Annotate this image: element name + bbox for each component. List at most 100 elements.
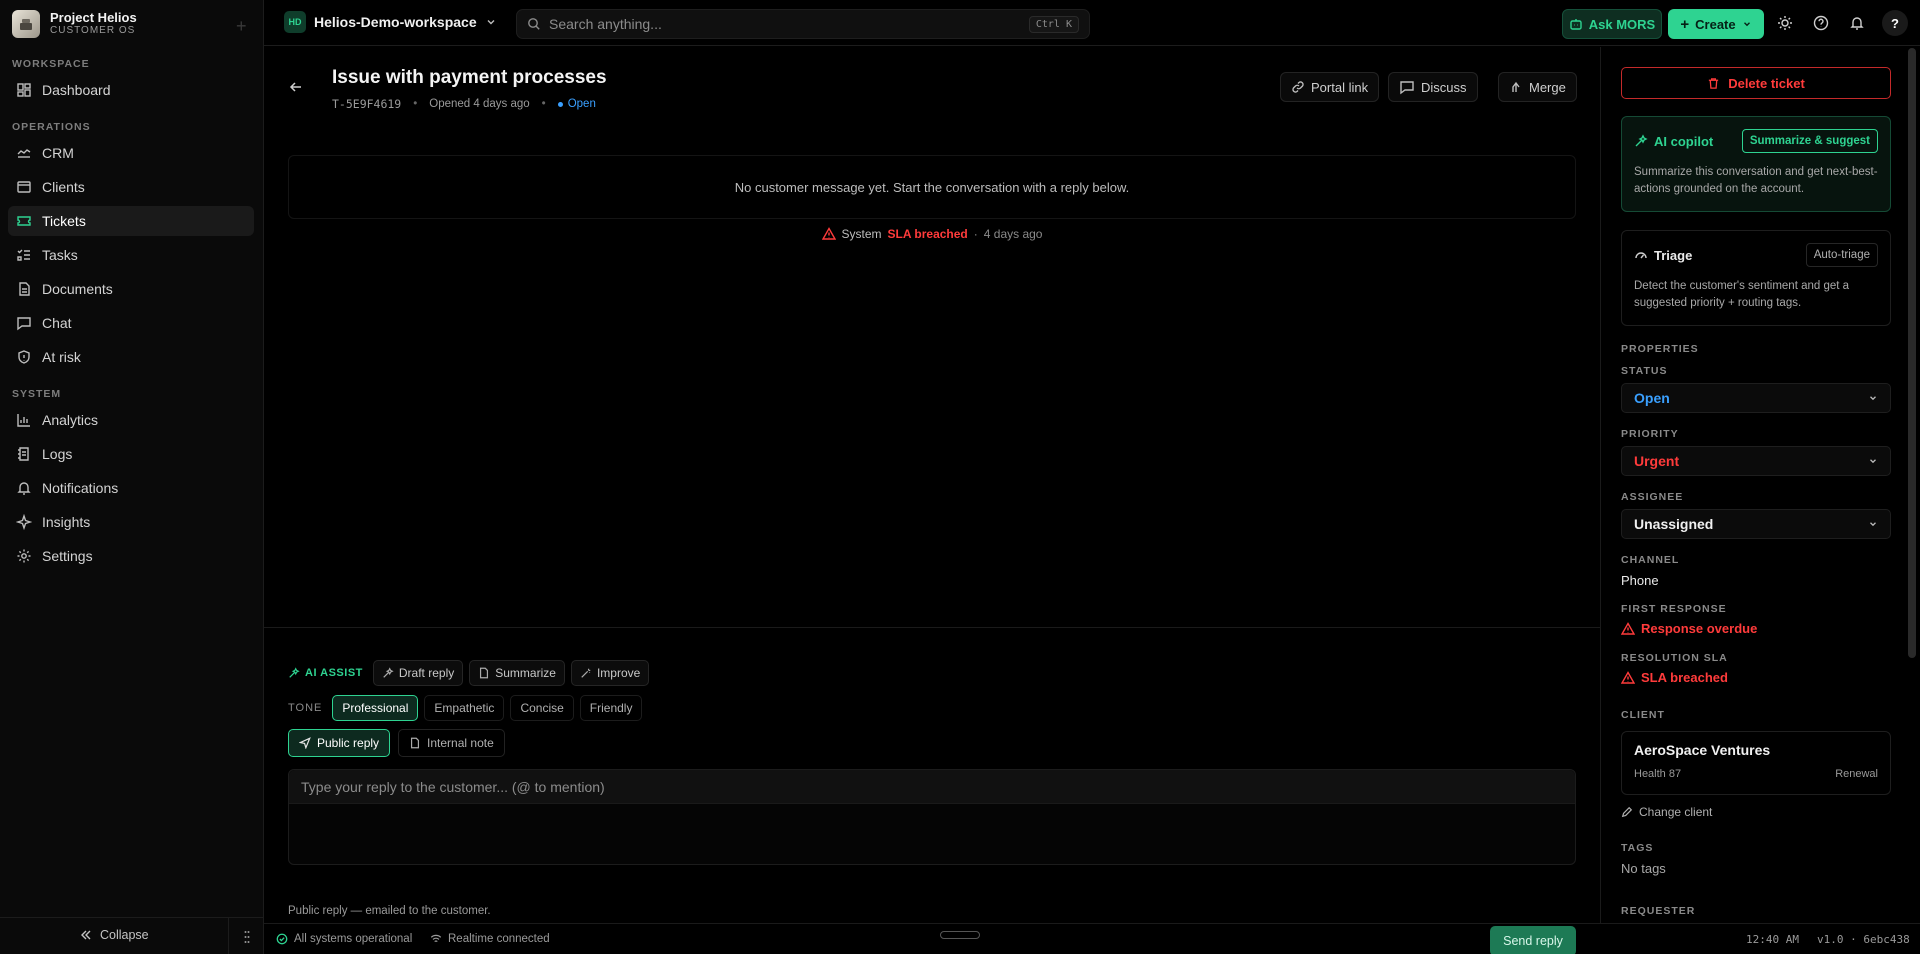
ticket-detail: Issue with payment processes T-5E9F4619 … [264, 47, 1600, 954]
wifi-icon [430, 933, 442, 945]
search-input[interactable]: Search anything... [549, 16, 1021, 32]
sidebar-item-clients[interactable]: Clients [8, 172, 254, 202]
panel-scrollbar[interactable] [1908, 48, 1916, 658]
change-client-button[interactable]: Change client [1621, 805, 1712, 819]
workspace-switcher[interactable]: HD Helios-Demo-workspace [284, 11, 497, 33]
sidebar-item-label: CRM [42, 145, 74, 161]
add-icon[interactable]: + [236, 16, 247, 37]
footer-version: v1.0 · 6ebc438 [1816, 933, 1910, 946]
ticket-meta: T-5E9F4619 • Opened 4 days ago • Open [332, 97, 596, 111]
priority-value: Urgent [1634, 453, 1680, 469]
empty-message: No customer message yet. Start the conve… [734, 179, 1130, 195]
sidebar-item-logs[interactable]: Logs [8, 439, 254, 469]
merge-button[interactable]: Merge [1498, 72, 1577, 102]
section-operations: OPERATIONS [12, 121, 91, 133]
tone-concise[interactable]: Concise [510, 695, 574, 721]
chevron-down-icon [1868, 519, 1878, 529]
create-label: Create [1695, 16, 1736, 32]
create-button[interactable]: + Create [1668, 9, 1764, 39]
user-menu-button[interactable]: ? [1882, 10, 1908, 36]
chevron-down-icon [1868, 456, 1878, 466]
bell-icon [16, 480, 32, 496]
sidebar-item-documents[interactable]: Documents [8, 274, 254, 304]
tone-empathetic[interactable]: Empathetic [424, 695, 505, 721]
grip-icon[interactable] [228, 918, 264, 954]
priority-label: PRIORITY [1621, 428, 1679, 440]
search-shortcut: Ctrl K [1028, 15, 1079, 33]
merge-label: Merge [1529, 79, 1566, 95]
first-response-value: Response overdue [1621, 621, 1757, 636]
reply-input[interactable]: Type your reply to the customer... (@ to… [289, 770, 1575, 804]
event-sep: · [973, 227, 978, 241]
sidebar-item-label: Tasks [42, 247, 78, 263]
sidebar-item-crm[interactable]: CRM [8, 138, 254, 168]
top-bar: HD Helios-Demo-workspace Search anything… [264, 0, 1920, 46]
draft-reply-button[interactable]: Draft reply [372, 660, 464, 686]
reply-note: Public reply — emailed to the customer. [288, 905, 491, 917]
sidebar-item-dashboard[interactable]: Dashboard [8, 75, 254, 105]
channel-label: CHANNEL [1621, 554, 1680, 566]
sidebar-item-analytics[interactable]: Analytics [8, 405, 254, 435]
tags-label: TAGS [1621, 842, 1654, 854]
sparkle-icon [16, 514, 32, 530]
ai-copilot-title: AI copilot [1654, 133, 1714, 149]
send-icon [299, 737, 311, 749]
theme-toggle-icon[interactable] [1774, 12, 1796, 34]
help-icon[interactable] [1810, 12, 1832, 34]
ai-copilot-card: AI copilot Summarize & suggest Summarize… [1621, 116, 1891, 212]
tab-public-reply[interactable]: Public reply [288, 729, 391, 757]
client-label: CLIENT [1621, 709, 1665, 721]
brand[interactable]: Project Helios CUSTOMER OS [12, 10, 137, 38]
sidebar-item-label: Chat [42, 315, 72, 331]
delete-ticket-label: Delete ticket [1728, 75, 1805, 91]
sidebar-item-chat[interactable]: Chat [8, 308, 254, 338]
requester-label: REQUESTER [1621, 905, 1696, 917]
tasks-icon [16, 247, 32, 263]
plus-icon: + [1680, 15, 1690, 33]
sidebar-item-tickets[interactable]: Tickets [8, 206, 254, 236]
portal-link-button[interactable]: Portal link [1280, 72, 1380, 102]
ask-mors-button[interactable]: Ask MORS [1562, 9, 1662, 39]
ai-assist-label: AI ASSIST [288, 667, 363, 679]
sidebar-item-label: Analytics [42, 412, 99, 428]
dashboard-icon [16, 82, 32, 98]
document-icon [16, 281, 32, 297]
sparkle-icon [382, 667, 394, 679]
sidebar-item-insights[interactable]: Insights [8, 507, 254, 537]
summarize-button[interactable]: Summarize [469, 660, 565, 686]
improve-button[interactable]: Improve [570, 660, 650, 686]
reply-textarea[interactable]: Type your reply to the customer... (@ to… [288, 769, 1576, 865]
sidebar-item-at-risk[interactable]: At risk [8, 342, 254, 372]
search-bar[interactable]: Search anything... Ctrl K [516, 9, 1090, 39]
event-time: 4 days ago [983, 227, 1043, 241]
priority-select[interactable]: Urgent [1621, 446, 1891, 476]
warning-icon [821, 227, 836, 241]
note-icon [409, 737, 421, 749]
sidebar-item-label: Clients [42, 179, 85, 195]
collapse-button[interactable]: Collapse [80, 928, 149, 942]
resolution-sla-value: SLA breached [1621, 670, 1728, 685]
assignee-select[interactable]: Unassigned [1621, 509, 1891, 539]
auto-triage-button[interactable]: Auto-triage [1805, 243, 1878, 267]
tab-internal-note[interactable]: Internal note [398, 729, 505, 757]
discuss-button[interactable]: Discuss [1388, 72, 1478, 102]
tone-professional[interactable]: Professional [332, 695, 419, 721]
back-arrow-icon[interactable] [288, 79, 304, 95]
ai-assist-toolbar: AI ASSIST Draft reply Summarize Improve [288, 660, 650, 686]
sidebar-item-notifications[interactable]: Notifications [8, 473, 254, 503]
summarize-suggest-button[interactable]: Summarize & suggest [1741, 129, 1878, 153]
tone-selector: TONE Professional Empathetic Concise Fri… [288, 695, 643, 721]
bell-icon[interactable] [1846, 12, 1868, 34]
delete-ticket-button[interactable]: Delete ticket [1621, 67, 1891, 99]
resize-handle[interactable] [940, 931, 980, 939]
status-bar: All systems operational Realtime connect… [264, 923, 1920, 954]
footer-info: 12:40 AM v1.0 · 6ebc438 [1746, 933, 1910, 946]
client-card[interactable]: AeroSpace Ventures Health 87 Renewal [1621, 731, 1891, 795]
tone-friendly[interactable]: Friendly [579, 695, 643, 721]
sidebar-item-tasks[interactable]: Tasks [8, 240, 254, 270]
sidebar-item-label: Documents [42, 281, 113, 297]
workspace-badge: HD [284, 11, 306, 33]
sidebar-item-settings[interactable]: Settings [8, 541, 254, 571]
status-select[interactable]: Open [1621, 383, 1891, 413]
client-stage: Renewal [1835, 768, 1878, 780]
